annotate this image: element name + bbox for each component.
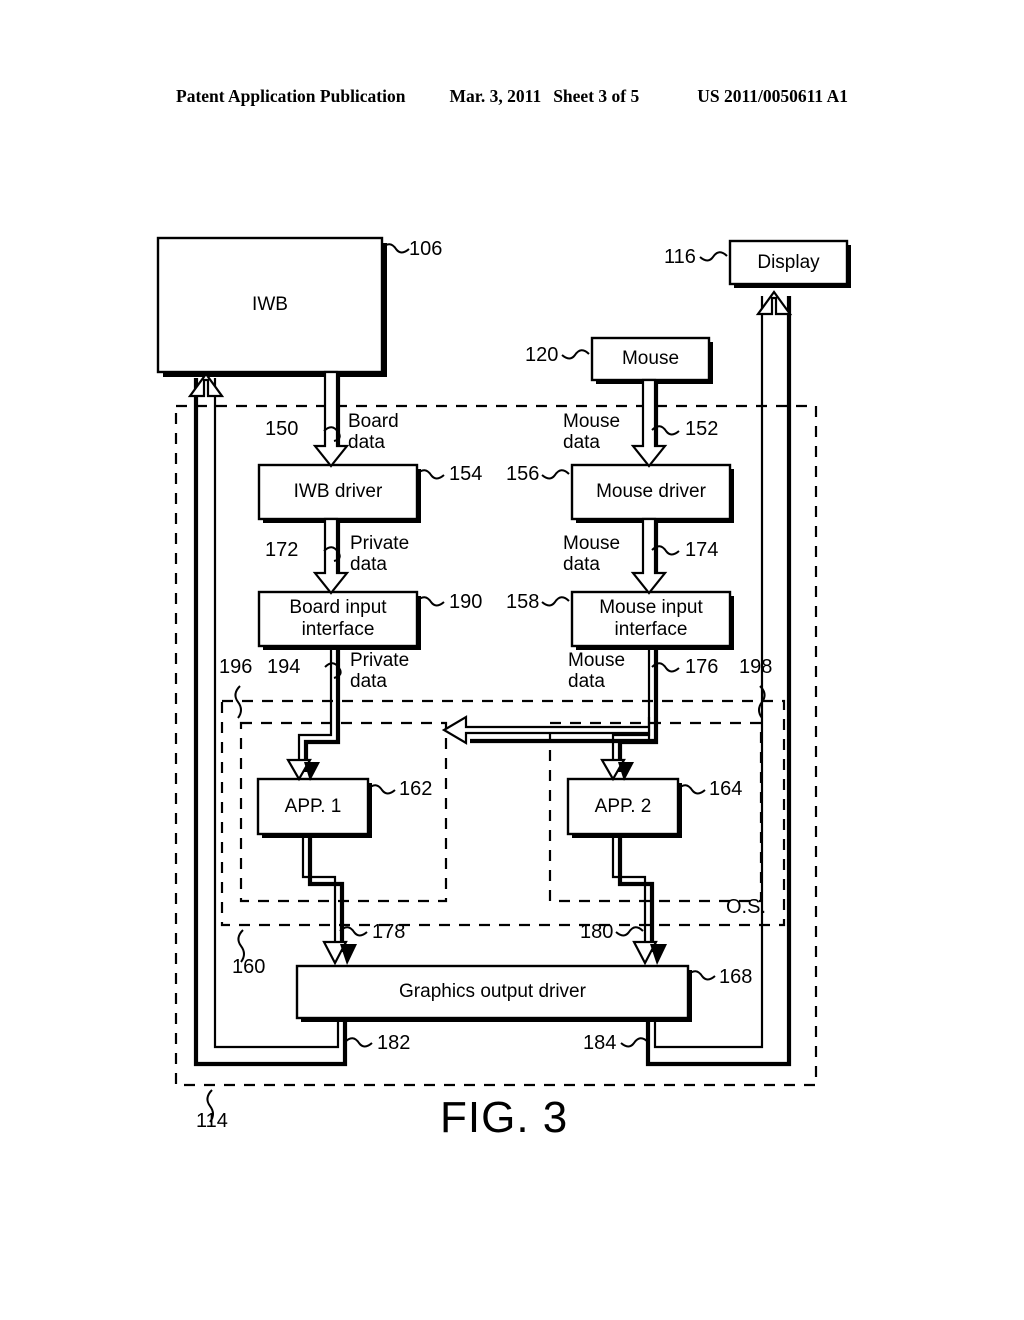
arrow-mouse-data-to-mouse-driver	[630, 378, 668, 468]
arrow-shadow-private-data-194	[303, 646, 341, 772]
ref-152: 152	[685, 418, 719, 440]
mouse-data-176-label: Mouse data	[568, 650, 626, 693]
arrow-shadow-178	[307, 838, 345, 952]
board-input-interface-label: Board input interface	[289, 597, 387, 640]
mouse-label: Mouse	[621, 348, 680, 370]
os-label: O.S.	[726, 896, 767, 918]
ref-198: 198	[739, 656, 773, 678]
ref-184: 184	[583, 1032, 617, 1054]
mouse-input-interface-label: Mouse input interface	[599, 597, 703, 640]
iwb-driver-label: IWB driver	[293, 481, 383, 503]
ref-172: 172	[265, 539, 299, 561]
ref-178: 178	[372, 921, 406, 943]
arrow-shadow-mouse-data-176	[617, 646, 659, 772]
leader-184	[620, 1037, 649, 1048]
ref-160: 160	[232, 956, 266, 978]
ref-116: 116	[664, 246, 696, 268]
ref-114: 114	[196, 1110, 228, 1132]
leader-158	[541, 596, 570, 607]
iwb-label: IWB	[252, 294, 288, 316]
ref-150: 150	[265, 418, 299, 440]
leader-182	[344, 1037, 373, 1048]
ref-158: 158	[506, 591, 540, 613]
private-data-172-label: Private data	[350, 533, 410, 576]
figure-caption: FIG. 3	[440, 1093, 569, 1142]
leader-120	[561, 349, 590, 360]
feedback-184-outer	[645, 296, 792, 1067]
graphics-output-driver-label: Graphics output driver	[399, 981, 586, 1003]
ref-154: 154	[449, 463, 483, 485]
leader-196	[234, 685, 242, 719]
leader-154	[416, 469, 445, 480]
private-data-194-label: Private data	[350, 650, 410, 693]
ref-106: 106	[409, 238, 443, 260]
patent-figure-page: Patent Application Publication Mar. 3, 2…	[0, 0, 1024, 1320]
arrow-private-data-to-board-input-interface	[312, 517, 350, 595]
leader-180	[615, 926, 644, 937]
arrow-head-shadow-app1-to-graphics	[340, 944, 357, 965]
ref-194: 194	[267, 656, 301, 678]
ref-176: 176	[685, 656, 719, 678]
ref-196: 196	[219, 656, 253, 678]
arrow-head-shadow-app2-to-graphics	[650, 944, 667, 965]
mouse-driver-label: Mouse driver	[596, 481, 706, 503]
app2-label: APP. 2	[594, 795, 652, 817]
ref-174: 174	[685, 539, 719, 561]
leader-156	[541, 469, 570, 480]
ref-162: 162	[399, 778, 433, 800]
leader-190	[416, 596, 445, 607]
leader-116	[699, 251, 728, 262]
ref-164: 164	[709, 778, 743, 800]
ref-190: 190	[449, 591, 483, 613]
ref-120: 120	[525, 344, 559, 366]
board-data-flow-label: Board data	[348, 411, 399, 454]
leader-168	[687, 970, 716, 981]
arrow-mouse-data-to-mouse-input-interface	[630, 517, 668, 595]
mouse-data-174-label: Mouse data	[563, 533, 621, 576]
ref-156: 156	[506, 463, 540, 485]
ref-182: 182	[377, 1032, 411, 1054]
display-label: Display	[757, 251, 820, 273]
ref-180: 180	[580, 921, 614, 943]
mouse-data-flow-label: Mouse data	[563, 411, 621, 454]
leader-162	[367, 784, 396, 795]
leader-164	[677, 784, 706, 795]
arrow-board-data-to-iwb-driver	[312, 370, 350, 468]
app1-label: APP. 1	[284, 795, 342, 817]
ref-168: 168	[719, 966, 753, 988]
